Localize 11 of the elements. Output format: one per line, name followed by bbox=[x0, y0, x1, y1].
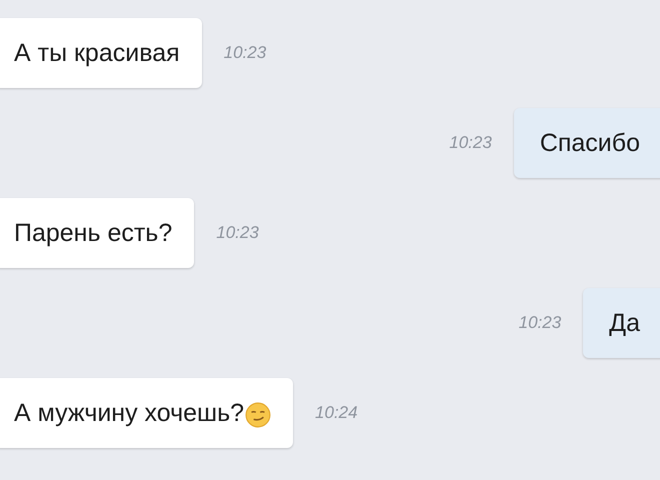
message-bubble: Спасибо bbox=[514, 108, 660, 178]
message-time: 10:23 bbox=[224, 43, 266, 63]
message-bubble: Парень есть? bbox=[0, 198, 194, 268]
message-time: 10:24 bbox=[315, 403, 358, 423]
message-time: 10:23 bbox=[449, 133, 492, 153]
message-time: 10:23 bbox=[518, 313, 562, 333]
message-time: 10:23 bbox=[216, 223, 259, 243]
message-bubble: А мужчину хочешь? bbox=[0, 378, 294, 448]
message-bubble: А ты красивая bbox=[0, 18, 202, 88]
smirk-emoji-icon bbox=[245, 402, 272, 428]
message-bubble: Да bbox=[583, 288, 660, 358]
